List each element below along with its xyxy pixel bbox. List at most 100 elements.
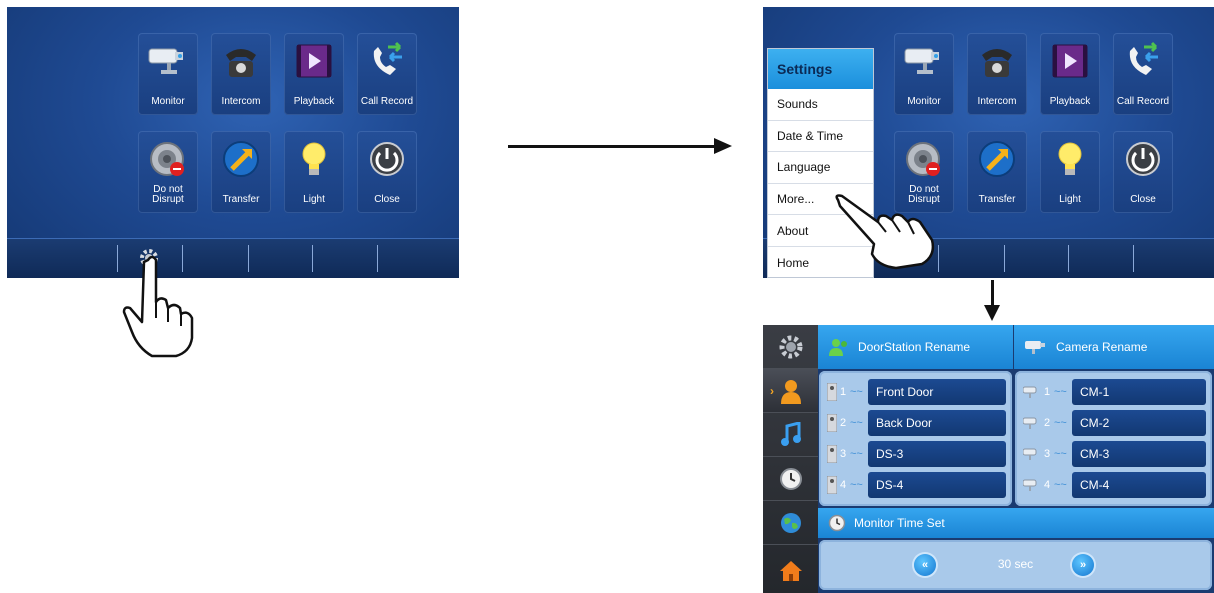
tile-label: Do not Disrupt bbox=[152, 184, 184, 205]
light-tile[interactable]: Light bbox=[1040, 131, 1100, 213]
monitor-time-set-header: Monitor Time Set bbox=[818, 508, 1214, 538]
signal-wave-icon: ~~ bbox=[850, 417, 863, 429]
sidebar-item-language[interactable] bbox=[763, 501, 818, 545]
flow-arrow-head bbox=[984, 305, 1000, 321]
door-station-row[interactable]: 1 ~~ Front Door bbox=[827, 379, 1006, 405]
phone-arrows-icon bbox=[1121, 39, 1165, 83]
tile-label: Transfer bbox=[978, 194, 1016, 205]
power-icon bbox=[1121, 137, 1165, 181]
close-tile[interactable]: Close bbox=[1113, 131, 1173, 213]
gear-icon bbox=[779, 335, 802, 358]
call-record-tile[interactable]: Call Record bbox=[1113, 33, 1173, 115]
light-tile[interactable]: Light bbox=[284, 131, 344, 213]
tile-label: Monitor bbox=[907, 96, 941, 107]
monitor-time-control: « 30 sec » bbox=[819, 540, 1212, 590]
menu-item-date-time[interactable]: Date & Time bbox=[768, 121, 873, 153]
speaker-mute-icon bbox=[902, 137, 946, 181]
menu-item-sounds[interactable]: Sounds bbox=[768, 89, 873, 121]
increase-time-button[interactable]: » bbox=[1072, 554, 1094, 576]
bar-divider bbox=[1004, 245, 1005, 272]
door-station-row[interactable]: 2 ~~ Back Door bbox=[827, 410, 1006, 436]
playback-tile[interactable]: Playback bbox=[1040, 33, 1100, 115]
door-station-rename-header: DoorStation Rename bbox=[818, 325, 1013, 369]
intercom-tile[interactable]: Intercom bbox=[211, 33, 271, 115]
tile-label: Transfer bbox=[222, 194, 260, 205]
sidebar-item-sounds[interactable] bbox=[763, 413, 818, 457]
cctv-camera-icon bbox=[146, 39, 190, 83]
telephone-icon bbox=[975, 39, 1019, 83]
monitor-time-value: 30 sec bbox=[997, 557, 1034, 571]
call-record-tile[interactable]: Call Record bbox=[357, 33, 417, 115]
camera-row[interactable]: 4 ~~ CM-4 bbox=[1023, 472, 1206, 498]
hand-pointer-icon bbox=[834, 192, 940, 277]
camera-name-field[interactable]: CM-1 bbox=[1072, 379, 1206, 405]
settings-menu-title: Settings bbox=[768, 49, 873, 89]
camera-index: 3 bbox=[1044, 448, 1051, 460]
camera-name-field[interactable]: CM-4 bbox=[1072, 472, 1206, 498]
monitor-tile[interactable]: Monitor bbox=[894, 33, 954, 115]
camera-index: 4 bbox=[1044, 479, 1051, 491]
door-station-list: 1 ~~ Front Door 2 ~~ Back Door 3 ~~ DS-3… bbox=[819, 371, 1012, 506]
signal-wave-icon: ~~ bbox=[1054, 417, 1067, 429]
sidebar-item-user[interactable]: › bbox=[763, 369, 818, 413]
door-station-row[interactable]: 4 ~~ DS-4 bbox=[827, 472, 1006, 498]
flow-arrow-head bbox=[714, 138, 732, 154]
transfer-arrow-icon bbox=[975, 137, 1019, 181]
door-station-name-field[interactable]: Back Door bbox=[868, 410, 1006, 436]
camera-row[interactable]: 1 ~~ CM-1 bbox=[1023, 379, 1206, 405]
tile-label: Intercom bbox=[977, 96, 1017, 107]
home-screen: Monitor Intercom Playback Call Record Do… bbox=[7, 7, 459, 278]
door-station-rename-label: DoorStation Rename bbox=[858, 340, 971, 354]
camera-row[interactable]: 3 ~~ CM-3 bbox=[1023, 441, 1206, 467]
power-icon bbox=[365, 137, 409, 181]
camera-name-field[interactable]: CM-2 bbox=[1072, 410, 1206, 436]
transfer-arrow-icon bbox=[219, 137, 263, 181]
user-icon bbox=[780, 379, 801, 404]
cctv-camera-icon bbox=[1025, 341, 1045, 354]
speaker-mute-icon bbox=[146, 137, 190, 181]
door-station-name-field[interactable]: Front Door bbox=[868, 379, 1006, 405]
clock-icon bbox=[828, 514, 846, 532]
sidebar-item-clock[interactable] bbox=[763, 457, 818, 501]
cctv-camera-icon bbox=[1023, 417, 1037, 429]
do-not-disrupt-tile[interactable]: Do not Disrupt bbox=[138, 131, 198, 213]
door-station-icon bbox=[827, 445, 837, 463]
door-station-row[interactable]: 3 ~~ DS-3 bbox=[827, 441, 1006, 467]
camera-name-field[interactable]: CM-3 bbox=[1072, 441, 1206, 467]
transfer-tile[interactable]: Transfer bbox=[211, 131, 271, 213]
tile-label: Close bbox=[374, 194, 400, 205]
monitor-time-set-label: Monitor Time Set bbox=[854, 516, 945, 530]
tile-label: Playback bbox=[293, 96, 335, 107]
camera-index: 2 bbox=[1044, 417, 1051, 429]
menu-item-language[interactable]: Language bbox=[768, 152, 873, 184]
door-station-index: 1 bbox=[840, 386, 847, 398]
cctv-camera-icon bbox=[1023, 479, 1037, 491]
sidebar-item-home[interactable] bbox=[763, 549, 818, 593]
home-icon bbox=[779, 561, 802, 581]
transfer-tile[interactable]: Transfer bbox=[967, 131, 1027, 213]
playback-tile[interactable]: Playback bbox=[284, 33, 344, 115]
tile-label: Call Record bbox=[360, 96, 414, 107]
globe-icon bbox=[780, 512, 801, 533]
bar-divider bbox=[1068, 245, 1069, 272]
camera-rename-header: Camera Rename bbox=[1014, 325, 1214, 369]
more-settings-screen: › DoorStation Rename Camera Rename 1 ~~ … bbox=[763, 325, 1214, 593]
chevron-right-icon: › bbox=[770, 383, 774, 398]
door-station-icon bbox=[827, 476, 837, 494]
music-note-icon bbox=[780, 421, 801, 446]
tile-label: Light bbox=[303, 194, 325, 205]
tile-label: Intercom bbox=[221, 96, 261, 107]
signal-wave-icon: ~~ bbox=[850, 448, 863, 460]
cctv-camera-icon bbox=[1023, 448, 1037, 460]
camera-row[interactable]: 2 ~~ CM-2 bbox=[1023, 410, 1206, 436]
monitor-tile[interactable]: Monitor bbox=[138, 33, 198, 115]
hand-pointer-icon bbox=[118, 252, 208, 367]
door-station-name-field[interactable]: DS-4 bbox=[868, 472, 1006, 498]
signal-wave-icon: ~~ bbox=[1054, 448, 1067, 460]
play-icon bbox=[292, 39, 336, 83]
door-station-name-field[interactable]: DS-3 bbox=[868, 441, 1006, 467]
intercom-tile[interactable]: Intercom bbox=[967, 33, 1027, 115]
flow-arrow bbox=[508, 145, 718, 148]
close-tile[interactable]: Close bbox=[357, 131, 417, 213]
sidebar-item-settings[interactable] bbox=[763, 325, 818, 369]
